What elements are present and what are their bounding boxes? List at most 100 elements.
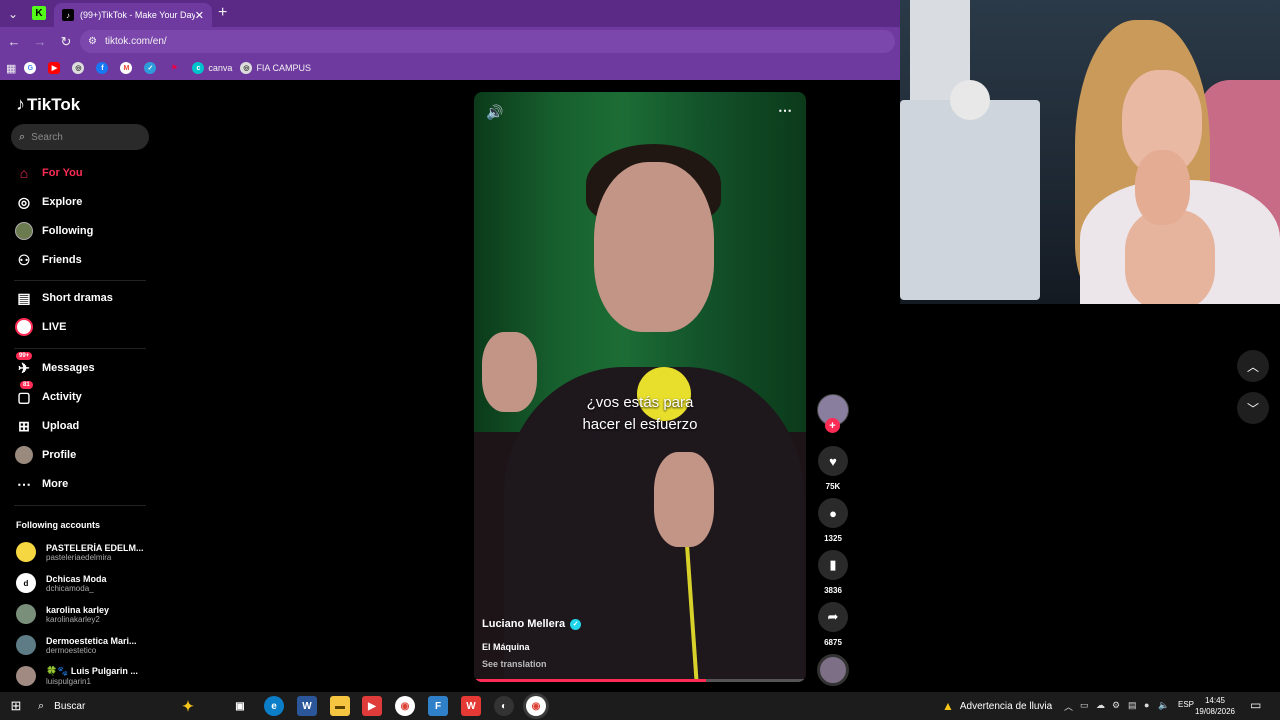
account-handle: luispulgarin1	[46, 677, 91, 686]
tab-title: (99+)TikTok - Make Your Day	[80, 10, 195, 20]
tiktok-logo[interactable]: ♪ TikTok	[16, 94, 80, 115]
sidebar-divider	[14, 280, 146, 281]
chevron-down-icon: ﹀	[1246, 401, 1259, 416]
bookmark-youtube-icon[interactable]: ▶	[48, 62, 64, 74]
music-disc[interactable]	[817, 654, 849, 686]
home-icon: ⌂	[19, 165, 29, 181]
bookmark-facebook-icon[interactable]: f	[96, 62, 112, 74]
reload-button[interactable]: ↻	[54, 30, 78, 54]
windows-start-icon[interactable]: ⊞	[0, 692, 32, 720]
sidebar-item-for-you[interactable]: ⌂ For You	[14, 163, 83, 183]
following-account[interactable]: karolina karley karolinakarley2	[16, 604, 144, 624]
browser-tab-active[interactable]: ♪ (99+)TikTok - Make Your Day ✕	[54, 3, 212, 27]
sidebar-item-more[interactable]: ⋯ More	[14, 474, 68, 494]
tiktok-sidebar: ♪ TikTok ⌕ Search ⌂ For You ◎ Explore Fo…	[0, 80, 160, 692]
tray-display-icon[interactable]: ▤	[1128, 700, 1137, 711]
live-icon	[14, 317, 34, 337]
bookmark-fia-campus[interactable]: ◎ FIA CAMPUS	[240, 62, 311, 74]
tab-list-chevron-icon[interactable]: ⌄	[0, 0, 26, 27]
close-tab-icon[interactable]: ✕	[195, 9, 204, 22]
chrome-icon[interactable]: ◉	[395, 696, 415, 716]
bookmark-globe-icon[interactable]: ◎	[72, 62, 88, 74]
follow-plus-icon[interactable]: +	[825, 418, 840, 433]
bookmark-google-icon[interactable]: G	[24, 62, 40, 74]
microphone-icon[interactable]: ●	[1144, 700, 1149, 710]
obs-icon[interactable]: ◐	[494, 696, 514, 716]
system-clock[interactable]: 14:45 19/08/2026	[1192, 695, 1238, 717]
kick-tab-icon[interactable]: K	[32, 6, 46, 20]
edge-icon[interactable]: e	[264, 696, 284, 716]
avatar	[16, 635, 36, 655]
copilot-sparkle-icon[interactable]: ✦	[178, 696, 198, 716]
save-button[interactable]: ▮	[818, 550, 848, 580]
sidebar-item-short-dramas[interactable]: ▤ Short dramas	[14, 288, 113, 308]
like-button[interactable]: ♥	[818, 446, 848, 476]
bookmark-flag-icon[interactable]: ⚑	[168, 62, 184, 74]
upload-icon: ⊞	[18, 417, 30, 434]
video-author[interactable]: Luciano Mellera ✓	[482, 618, 582, 630]
url-field[interactable]: ⚙ tiktok.com/en/	[80, 30, 895, 53]
sidebar-item-label: For You	[42, 167, 83, 179]
sidebar-item-live[interactable]: LIVE	[14, 317, 66, 337]
account-name: Dchicas Moda	[46, 573, 107, 584]
sidebar-item-friends[interactable]: ⚇ Friends	[14, 250, 82, 270]
search-input[interactable]: ⌕ Search	[11, 124, 149, 150]
video-person-hold-hand	[654, 452, 714, 547]
volume-icon[interactable]: 🔊	[486, 104, 503, 121]
tray-cloud-icon[interactable]: ☁	[1096, 700, 1105, 711]
video-caption: ¿vos estás para hacer el esfuerzo	[474, 392, 806, 436]
address-toolbar: ← → ↻ ⚙ tiktok.com/en/	[0, 27, 900, 56]
taskbar-search[interactable]: ⌕ Buscar	[38, 700, 85, 713]
comment-button[interactable]: ●	[818, 498, 848, 528]
volume-tray-icon[interactable]: 🔈	[1158, 700, 1169, 711]
sidebar-item-upload[interactable]: ⊞ Upload	[14, 416, 79, 436]
bookmark-drive-icon[interactable]: ✓	[144, 62, 160, 74]
notification-icon[interactable]: ▭	[1250, 698, 1261, 712]
forward-button[interactable]: →	[28, 30, 52, 54]
tray-settings-icon[interactable]: ⚙	[1112, 700, 1120, 711]
following-account[interactable]: d Dchicas Moda dchicamoda_	[16, 573, 144, 593]
webcam-overlay	[900, 0, 1280, 304]
bookmark-canva-label: canva	[208, 63, 233, 73]
following-account[interactable]: 🍀🐾 Luis Pulgarin ... luispulgarin1	[16, 666, 144, 686]
following-avatar-icon	[14, 221, 34, 241]
video-person-head	[594, 162, 714, 332]
video-player[interactable]: ¿vos estás para hacer el esfuerzo 🔊 ⋯ Lu…	[474, 92, 806, 682]
see-translation-link[interactable]: See translation	[482, 659, 547, 669]
task-view-icon[interactable]: ▣	[230, 696, 250, 716]
site-info-icon[interactable]: ⚙	[88, 36, 97, 47]
following-account[interactable]: PASTELERÍA EDELM... pasteleriaedelmira	[16, 542, 144, 562]
bookmark-gmail-icon[interactable]: M	[120, 62, 136, 74]
tray-app-icon[interactable]: ▭	[1080, 700, 1089, 711]
sidebar-item-activity[interactable]: ▢ 81 Activity	[14, 381, 82, 407]
weather-text: Advertencia de lluvia	[959, 700, 1053, 712]
activity-icon: ▢ 81	[14, 381, 34, 407]
new-tab-button[interactable]: +	[218, 4, 227, 22]
sidebar-item-explore[interactable]: ◎ Explore	[14, 192, 82, 212]
video-progress-bar[interactable]	[474, 679, 806, 682]
previous-video-button[interactable]: ︿	[1237, 350, 1269, 382]
sidebar-item-following[interactable]: Following	[14, 221, 93, 241]
weather-widget[interactable]: ▲ Advertencia de lluvia	[942, 692, 1052, 720]
apps-grid-icon[interactable]: ▦	[6, 62, 16, 75]
sidebar-item-messages[interactable]: ✈ 99+ Messages	[14, 352, 95, 378]
video-more-icon[interactable]: ⋯	[778, 102, 792, 119]
avatar: d	[16, 573, 36, 593]
sidebar-item-label: Following	[42, 225, 94, 237]
tray-chevron-up-icon[interactable]: ︿	[1064, 700, 1073, 713]
share-button[interactable]: ➦	[818, 602, 848, 632]
bookmark-canva[interactable]: c canva	[192, 62, 232, 74]
sidebar-item-profile[interactable]: Profile	[14, 445, 76, 465]
following-account[interactable]: Dermoestetica Mari... dermoestetico	[16, 635, 144, 655]
chrome-active-icon[interactable]: ◉	[526, 696, 546, 716]
clock-time: 14:45	[1204, 696, 1226, 705]
next-video-button[interactable]: ﹀	[1237, 392, 1269, 424]
back-button[interactable]: ←	[2, 30, 26, 54]
forms-app-icon[interactable]: F	[428, 696, 448, 716]
word-icon[interactable]: W	[297, 696, 317, 716]
file-explorer-icon[interactable]: ▬	[330, 696, 350, 716]
wps-icon[interactable]: W	[461, 696, 481, 716]
sidebar-item-label: More	[42, 478, 69, 490]
account-handle: dchicamoda_	[46, 583, 94, 593]
media-app-icon[interactable]: ▶	[362, 696, 382, 716]
